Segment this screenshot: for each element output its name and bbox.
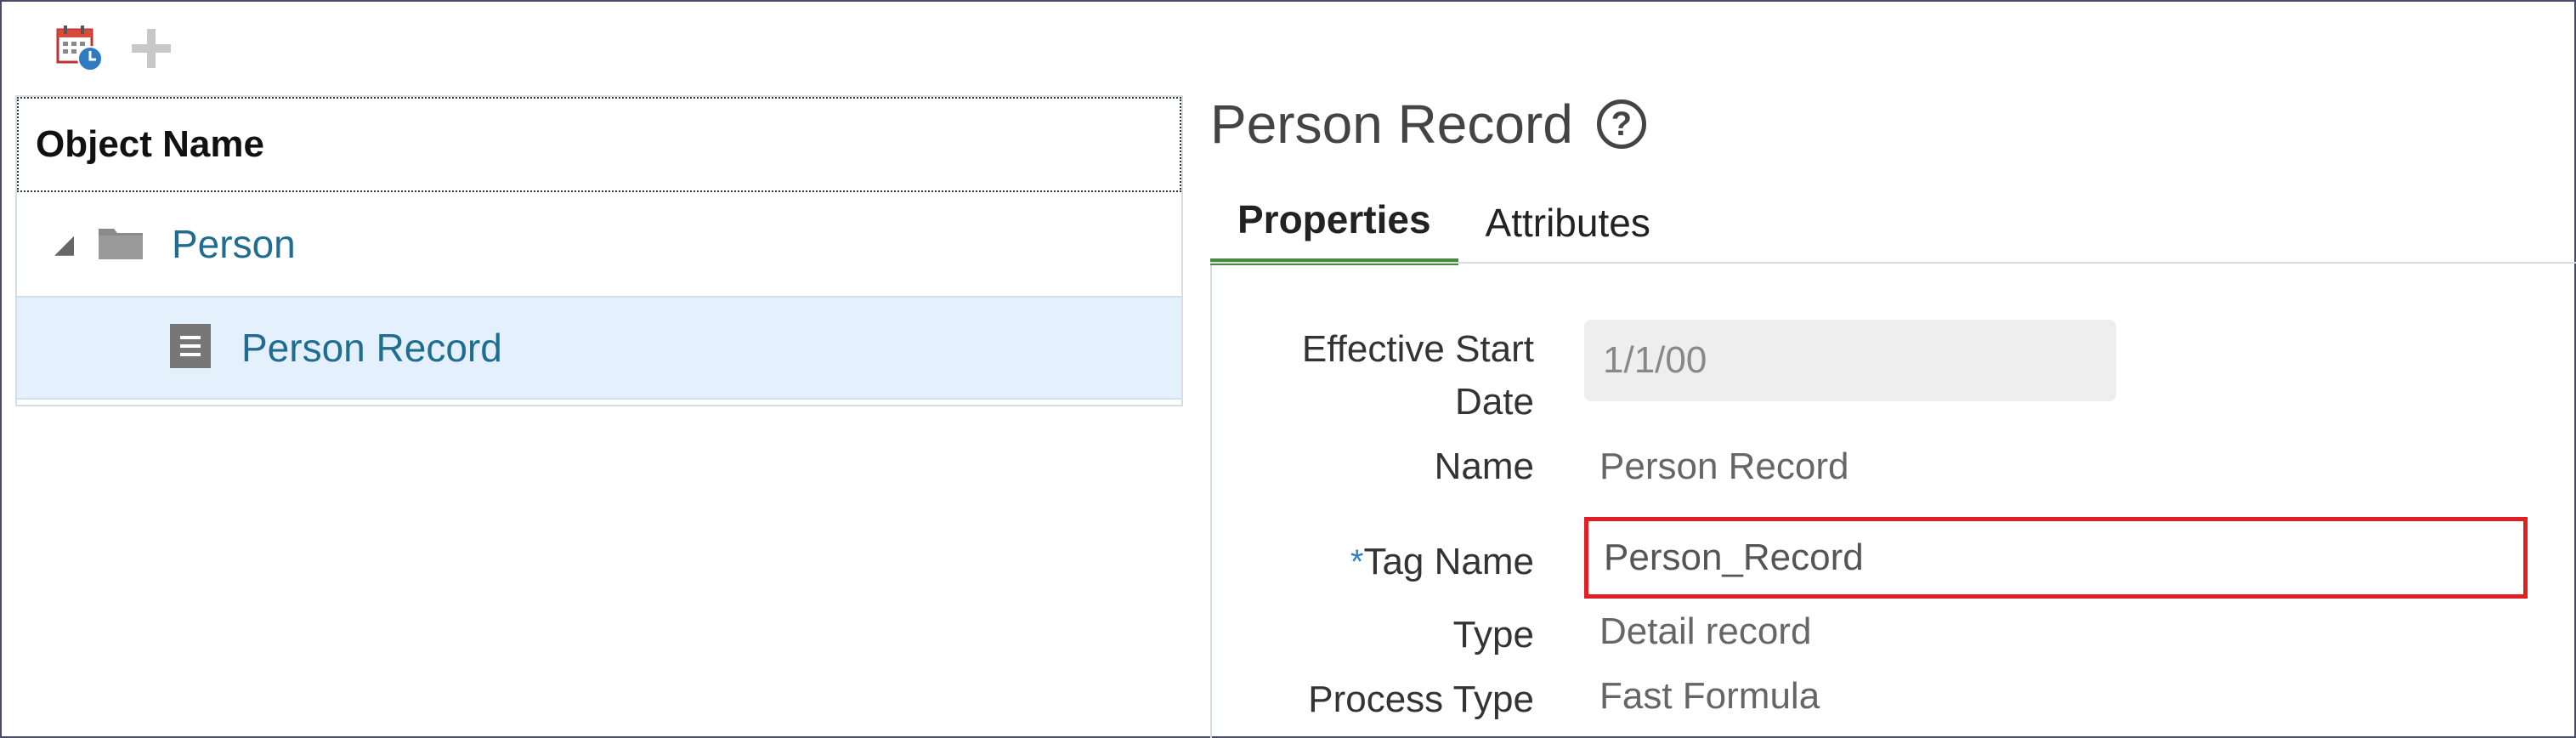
tab-attributes[interactable]: Attributes bbox=[1458, 180, 1678, 265]
expand-collapse-icon[interactable]: ◢ bbox=[54, 230, 80, 259]
name-value: Person Record bbox=[1599, 446, 1849, 487]
process-type-value: Fast Formula bbox=[1599, 675, 1820, 717]
tag-name-label: *Tag Name bbox=[1350, 536, 1534, 588]
document-icon bbox=[170, 323, 211, 372]
tab-properties[interactable]: Properties bbox=[1210, 180, 1458, 265]
tree-column-header: Object Name bbox=[17, 97, 1181, 192]
detail-header: Person Record ? bbox=[1210, 90, 1646, 158]
page-title: Person Record bbox=[1210, 94, 1573, 155]
plus-icon[interactable] bbox=[124, 21, 178, 76]
name-label: Name bbox=[1434, 446, 1534, 487]
effective-start-date-label: Effective Start Date bbox=[1302, 323, 1534, 429]
required-indicator: * bbox=[1350, 543, 1364, 581]
tree-node-label[interactable]: Person Record bbox=[241, 325, 502, 371]
type-label: Type bbox=[1452, 614, 1534, 656]
label-line: Effective Start bbox=[1301, 328, 1534, 370]
tab-divider bbox=[1210, 262, 2576, 264]
app-frame: Object Name ◢ Person Person Record Perso… bbox=[0, 0, 2576, 738]
label-line: Date bbox=[1455, 381, 1534, 423]
toolbar bbox=[53, 19, 178, 78]
effective-start-date-field: 1/1/00 bbox=[1584, 320, 2116, 401]
calendar-clock-icon[interactable] bbox=[53, 21, 107, 76]
tree-node-label[interactable]: Person bbox=[172, 221, 296, 267]
object-tree-panel: Object Name ◢ Person Person Record bbox=[15, 95, 1183, 406]
process-type-label: Process Type bbox=[1308, 678, 1534, 720]
tag-name-label-text: Tag Name bbox=[1363, 541, 1534, 582]
type-value: Detail record bbox=[1599, 610, 1812, 652]
folder-icon bbox=[97, 224, 144, 265]
tab-bar: Properties Attributes bbox=[1210, 180, 1678, 265]
tree-node-person[interactable]: ◢ Person bbox=[17, 192, 1181, 296]
tree-node-person-record[interactable]: Person Record bbox=[17, 296, 1181, 400]
tag-name-input[interactable]: Person_Record bbox=[1584, 517, 2528, 599]
help-icon[interactable]: ? bbox=[1596, 99, 1646, 149]
